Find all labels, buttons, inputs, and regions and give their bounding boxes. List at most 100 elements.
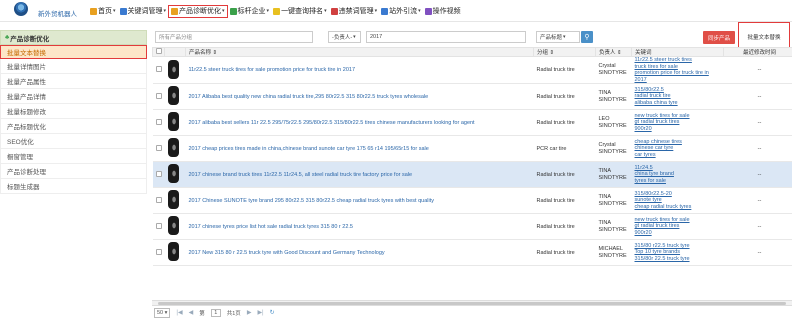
next-page-icon[interactable]: ▶ xyxy=(247,309,252,316)
sidebar-item-5[interactable]: 产品标题优化 xyxy=(0,119,147,134)
sidebar-item-4[interactable]: 批量标题修改 xyxy=(0,104,147,119)
row-checkbox[interactable] xyxy=(152,56,165,84)
product-keywords: 315/80r22.5 radial truck tire alibaba chin… xyxy=(631,83,724,110)
last-page-icon[interactable]: ▶| xyxy=(257,309,263,316)
filter-bar: 所有产品分组 -负责人- ▾ 2017 产品标题 ▾ ⚲ 同步产品 批量文本替换 xyxy=(152,22,792,52)
sidebar-item-1[interactable]: 批量详情图片 xyxy=(0,59,147,74)
search-button[interactable]: ⚲ xyxy=(581,31,593,43)
modified-time: -- xyxy=(723,56,792,84)
product-thumbnail xyxy=(164,109,186,136)
product-group: Radial truck tire xyxy=(533,213,596,240)
product-name[interactable]: 2017 Alibaba best quality new china radi… xyxy=(185,83,534,110)
top-navbar: 新外贸机器人 首页 ▾ 关键词管理 ▾ 产品诊断优化 ▾ 标杆企业 ▾ 一键查询排名 ▾ 违禁词管理… xyxy=(0,0,792,22)
search-icon: ⚲ xyxy=(584,34,590,41)
table-row[interactable]: 2017 alibaba best sellers 11r 22.5 295/7… xyxy=(152,109,792,136)
nav-item-4[interactable]: 一键查询排名 ▾ xyxy=(271,5,329,18)
product-owner: TINA SINOTYRE xyxy=(595,213,632,240)
sidebar-item-2[interactable]: 批量产品属性 xyxy=(0,74,147,89)
col-header-owner[interactable]: 负责人 ⇕ xyxy=(595,47,632,57)
product-thumbnail xyxy=(164,56,186,84)
col-header-name[interactable]: 产品名称 ⇕ xyxy=(185,47,534,57)
sidebar-item-7[interactable]: 橱窗管理 xyxy=(0,149,147,164)
product-name[interactable]: 2017 chinese brand truck tires 11r22.5 1… xyxy=(185,161,534,188)
nav-item-1[interactable]: 关键词管理 ▾ xyxy=(118,5,169,18)
table-row[interactable]: 2017 chinese brand truck tires 11r22.5 1… xyxy=(152,161,792,188)
tyre-image xyxy=(167,242,179,261)
product-name[interactable]: 2017 Chinese SUNOTE tyre brand 295 80r22… xyxy=(185,187,534,214)
row-checkbox[interactable] xyxy=(152,187,165,214)
page-number-input[interactable]: 1 xyxy=(210,308,221,317)
chevron-down-icon: ▾ xyxy=(374,8,378,14)
keyword-link[interactable]: car tyres xyxy=(635,152,724,159)
product-keywords: new truck tires for sale gt radial truck … xyxy=(631,109,724,136)
product-name[interactable]: 2017 chinese tyres price list hot sale r… xyxy=(185,213,534,240)
nav-icon xyxy=(424,7,432,15)
product-owner: MICHAEL SINOTYRE xyxy=(595,239,632,266)
pagination-bar: 50 ▾ |◀ ◀ 第 1 共1页 ▶ ▶| ↻ xyxy=(152,305,792,319)
table-row[interactable]: 11r22.5 steer truck tires for sale promo… xyxy=(152,56,792,84)
logo-icon xyxy=(14,2,28,16)
product-name[interactable]: 11r22.5 steer truck tires for sale promo… xyxy=(185,56,534,84)
row-checkbox[interactable] xyxy=(152,135,165,162)
row-checkbox[interactable] xyxy=(152,161,165,188)
keyword-link[interactable]: 315/80r 22.5 truck tyre xyxy=(635,256,724,263)
nav-item-0[interactable]: 首页 ▾ xyxy=(88,5,118,18)
sidebar-item-6[interactable]: SEO优化 xyxy=(0,134,147,149)
keyword-link[interactable]: 900r20 xyxy=(635,230,724,237)
keyword-link[interactable]: 2017 xyxy=(635,77,724,84)
row-checkbox[interactable] xyxy=(152,109,165,136)
product-name[interactable]: 2017 alibaba best sellers 11r 22.5 295/7… xyxy=(185,109,534,136)
product-group: Radial truck tire xyxy=(533,239,596,266)
table-header-row: 产品名称 ⇕ 分组 ⇕ 负责人 ⇕ 关键词 最近修改时间 xyxy=(152,47,792,57)
page-total: 共1页 xyxy=(226,310,241,317)
tyre-image xyxy=(167,190,179,209)
keyword-link[interactable]: alibaba china tyre xyxy=(635,100,724,107)
product-keywords: 315/80 r22.5 truck tyre Top 10 tyre brand… xyxy=(631,239,724,266)
sidebar-item-8[interactable]: 产品诊断处理 xyxy=(0,164,147,179)
table-row[interactable]: 2017 New 315 80 r 22.5 truck tyre with G… xyxy=(152,239,792,266)
product-name[interactable]: 2017 New 315 80 r 22.5 truck tyre with G… xyxy=(185,239,534,266)
sidebar: ♣ 产品诊断优化 批量文本替换 批量详情图片 批量产品属性 批量产品详情 批量标题修改产… xyxy=(0,30,147,194)
table-row[interactable]: 2017 chinese tyres price list hot sale r… xyxy=(152,213,792,240)
sidebar-item-9[interactable]: 标题生成器 xyxy=(0,179,147,194)
tyre-image xyxy=(167,59,179,79)
sidebar-item-0[interactable]: 批量文本替换 xyxy=(0,45,147,59)
row-checkbox[interactable] xyxy=(152,213,165,240)
nav-item-5[interactable]: 违禁词管理 ▾ xyxy=(329,5,380,18)
row-checkbox[interactable] xyxy=(152,83,165,110)
product-keywords: cheap chinese tires chinese car tyre car t… xyxy=(631,135,724,162)
nav-item-6[interactable]: 站外引流 ▾ xyxy=(379,5,423,18)
keyword-link[interactable]: 900r20 xyxy=(635,126,724,133)
col-header-modified[interactable]: 最近修改时间 xyxy=(723,47,792,57)
nav-item-7[interactable]: 操作视频 xyxy=(423,5,463,18)
sidebar-item-3[interactable]: 批量产品详情 xyxy=(0,89,147,104)
table-row[interactable]: 2017 Chinese SUNOTE tyre brand 295 80r22… xyxy=(152,187,792,214)
search-field-select[interactable]: 产品标题 ▾ xyxy=(536,31,580,43)
table-row[interactable]: 2017 cheap prices tires made in china,ch… xyxy=(152,135,792,162)
first-page-icon[interactable]: |◀ xyxy=(176,309,182,316)
product-group-select[interactable]: 所有产品分组 xyxy=(155,31,313,43)
refresh-icon[interactable]: ↻ xyxy=(270,309,275,316)
page-size-select[interactable]: 50 ▾ xyxy=(154,307,171,318)
select-all-checkbox[interactable] xyxy=(152,47,165,57)
nav-item-3[interactable]: 标杆企业 ▾ xyxy=(228,5,272,18)
product-thumbnail xyxy=(164,239,186,266)
product-owner: TINA SINOTYRE xyxy=(595,187,632,214)
chevron-down-icon: ▾ xyxy=(418,8,421,14)
tyre-image xyxy=(167,112,179,131)
product-keywords: 11r24.5 china tyre brand tyres for sale xyxy=(631,161,724,188)
product-name[interactable]: 2017 cheap prices tires made in china,ch… xyxy=(185,135,534,162)
nav-item-2[interactable]: 产品诊断优化 ▾ xyxy=(168,4,228,18)
search-input[interactable]: 2017 xyxy=(366,31,526,43)
chevron-down-icon: ▾ xyxy=(324,8,327,14)
owner-select[interactable]: -负责人- ▾ xyxy=(328,31,361,43)
col-header-group[interactable]: 分组 ⇕ xyxy=(533,47,596,57)
keyword-link[interactable]: tyres for sale xyxy=(635,178,724,185)
prev-page-icon[interactable]: ◀ xyxy=(189,309,194,316)
row-checkbox[interactable] xyxy=(152,239,165,266)
product-thumbnail xyxy=(164,187,186,214)
modified-time: -- xyxy=(723,213,792,240)
table-row[interactable]: 2017 Alibaba best quality new china radi… xyxy=(152,83,792,110)
keyword-link[interactable]: cheap radial truck tyres xyxy=(635,204,724,211)
sync-products-button[interactable]: 同步产品 xyxy=(703,31,735,44)
